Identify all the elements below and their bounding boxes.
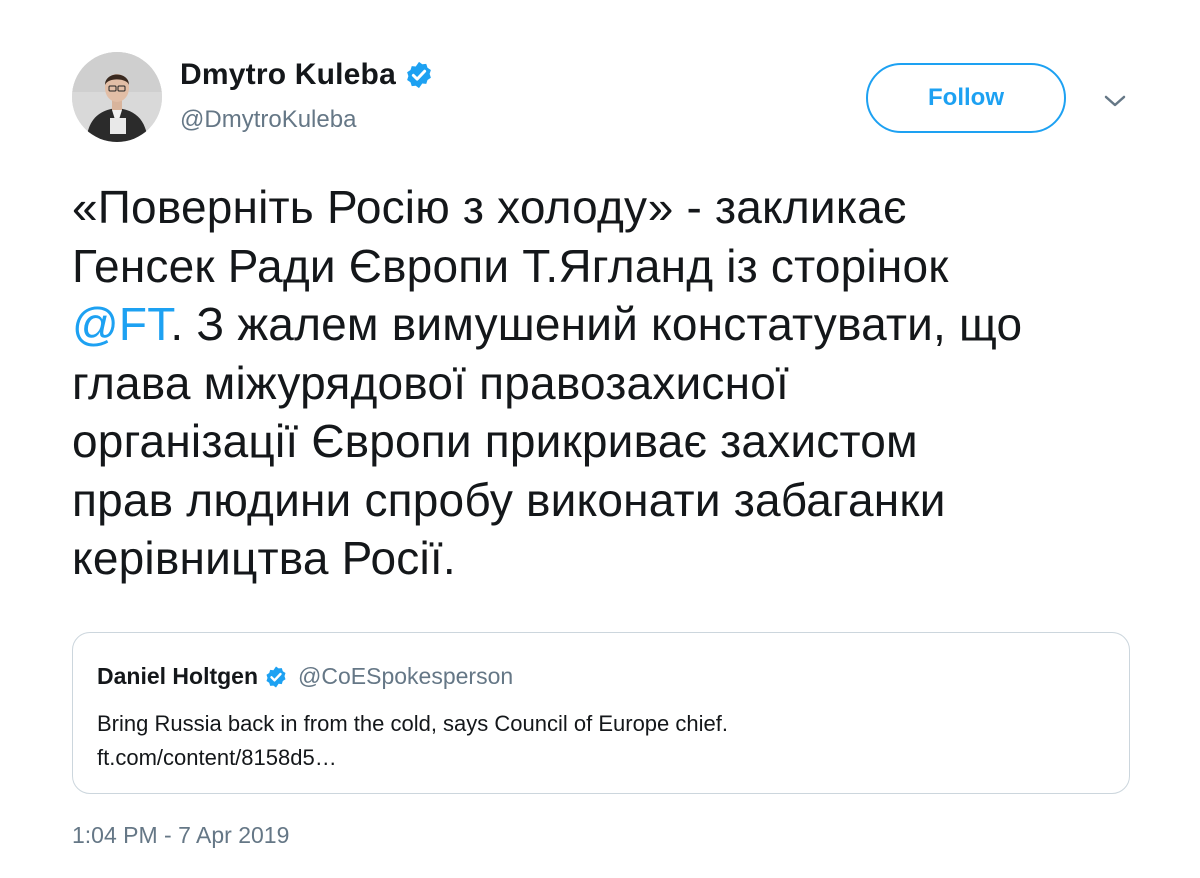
tweet-line: організації Європи прикриває захистом xyxy=(72,415,918,467)
quoted-tweet-link: ft.com/content/8158d5… xyxy=(97,745,337,770)
quoted-tweet-line: Bring Russia back in from the cold, says… xyxy=(97,711,728,736)
tweet-line: глава міжурядової правозахисної xyxy=(72,356,789,409)
verified-badge-icon xyxy=(266,666,286,687)
author-name[interactable]: Dmytro Kuleba xyxy=(180,58,434,92)
tweet-text: «Поверніть Росію з холоду» - закликає Ге… xyxy=(72,178,1152,588)
tweet-timestamp[interactable]: 1:04 PM - 7 Apr 2019 xyxy=(72,822,289,849)
author-name-text: Dmytro Kuleba xyxy=(180,58,396,91)
tweet-line: прав людини спробу виконати забаганки xyxy=(72,473,946,526)
chevron-down-icon[interactable] xyxy=(1100,86,1130,116)
tweet-line: @FT. З жалем вимушений констатувати, що xyxy=(72,295,1152,354)
verified-badge-icon xyxy=(407,61,431,89)
quoted-author-name: Daniel Holtgen xyxy=(97,663,259,689)
tweet-card: Dmytro Kuleba @DmytroKuleba Follow «Пове… xyxy=(0,0,1200,878)
author-handle[interactable]: @DmytroKuleba xyxy=(180,106,356,134)
quoted-tweet-text: Bring Russia back in from the cold, says… xyxy=(97,707,728,775)
tweet-line: Генсек Ради Європи Т.Ягланд із сторінок xyxy=(72,239,949,292)
avatar-image xyxy=(72,52,162,142)
avatar[interactable] xyxy=(72,52,162,142)
quoted-tweet[interactable]: Daniel Holtgen @CoESpokesperson Bring Ru… xyxy=(72,632,1130,794)
tweet-line: «Поверніть Росію з холоду» - закликає xyxy=(72,181,907,233)
quoted-tweet-header: Daniel Holtgen @CoESpokesperson xyxy=(97,663,513,690)
tweet-line: керівництва Росії. xyxy=(72,532,456,584)
follow-button[interactable]: Follow xyxy=(866,63,1066,133)
quoted-author-handle: @CoESpokesperson xyxy=(298,663,514,689)
tweet-line-rest: . З жалем вимушений констатувати, що xyxy=(170,298,1023,350)
mention-link-ft[interactable]: @FT xyxy=(72,298,170,350)
